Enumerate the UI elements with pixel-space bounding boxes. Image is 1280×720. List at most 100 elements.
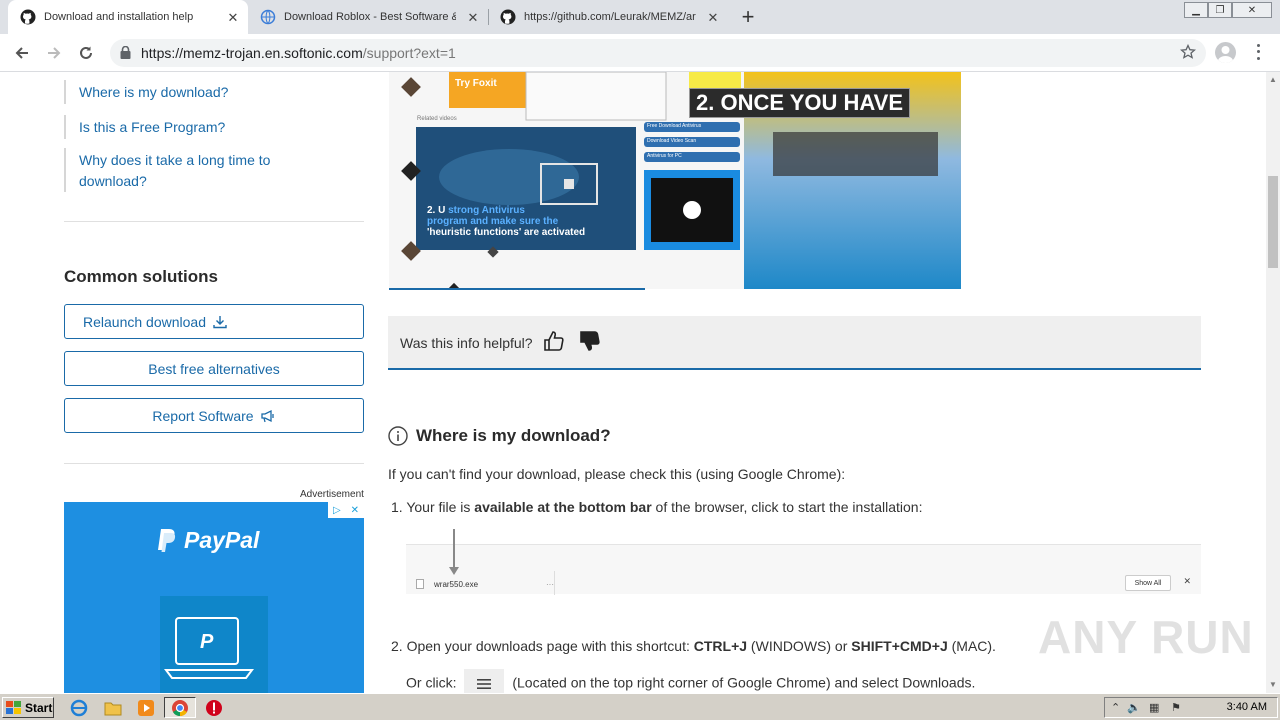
reload-icon — [80, 46, 92, 59]
close-icon[interactable]: ✕ — [466, 10, 480, 26]
github-icon — [20, 9, 36, 25]
globe-icon — [260, 9, 276, 25]
flag-icon[interactable]: ⚑ — [1171, 701, 1181, 714]
chrome-menu-button[interactable] — [1252, 42, 1264, 62]
faq-link-free-program[interactable]: Is this a Free Program? — [79, 117, 225, 138]
hamburger-menu-icon — [464, 669, 505, 693]
internet-explorer-icon[interactable] — [70, 699, 88, 717]
url-text: https://memz-trojan.en.softonic.com/supp… — [141, 45, 456, 61]
helpful-feedback-box: Was this info helpful? — [388, 316, 1201, 370]
image-progress-line — [389, 288, 645, 290]
paypal-logo: PayPal — [156, 527, 259, 554]
star-icon[interactable] — [1179, 43, 1197, 65]
faq-accent-bar — [64, 148, 66, 192]
divider — [64, 463, 364, 464]
arrow-right-icon — [48, 47, 61, 59]
section-heading: Where is my download? — [388, 426, 611, 446]
adchoices-icon[interactable]: ▷ ✕ — [328, 502, 364, 518]
tab-strip: Download and installation help ✕ Downloa… — [0, 0, 1280, 34]
tray-expand-icon[interactable]: ⌃ — [1111, 701, 1120, 714]
folder-icon[interactable] — [104, 699, 122, 717]
address-bar[interactable]: https://memz-trojan.en.softonic.com/supp… — [110, 39, 1206, 67]
relaunch-download-button[interactable]: Relaunch download — [64, 304, 364, 339]
start-button[interactable]: Start — [2, 697, 54, 718]
close-icon[interactable]: ✕ — [226, 10, 240, 26]
download-file-item: wrar550.exe ··· — [416, 575, 554, 593]
profile-avatar[interactable] — [1215, 42, 1236, 63]
page-viewport: Where is my download? Is this a Free Pro… — [0, 72, 1266, 693]
file-icon — [416, 579, 424, 589]
thumbs-down-icon[interactable] — [579, 330, 601, 357]
stop-icon[interactable] — [205, 699, 223, 717]
megaphone-icon — [260, 409, 274, 422]
paypal-ad[interactable]: ▷ ✕ PayPal P — [64, 502, 364, 693]
image-list-item: Antivirus for PC — [647, 153, 682, 159]
image-list-item: Download Video Scan — [647, 138, 697, 144]
clock: 3:40 AM — [1226, 701, 1267, 713]
tab-title: Download and installation help — [44, 11, 194, 23]
tab-title: https://github.com/Leurak/MEMZ/ar — [524, 11, 696, 23]
button-label: Report Software — [152, 407, 254, 424]
divider — [64, 221, 364, 222]
download-icon — [213, 315, 227, 328]
image-caption-small: 2. U strong Antivirus program and make s… — [427, 205, 586, 238]
image-caption-big: 2. ONCE YOU HAVE — [689, 88, 911, 118]
close-icon[interactable]: ✕ — [706, 10, 720, 26]
network-icon[interactable]: ▦ — [1149, 701, 1159, 714]
windows-logo-icon — [6, 700, 21, 714]
back-button[interactable] — [10, 41, 34, 65]
anyrun-watermark: ANY RUN — [1038, 611, 1254, 663]
browser-toolbar: https://memz-trojan.en.softonic.com/supp… — [0, 34, 1280, 72]
paypal-icon — [158, 528, 176, 552]
forward-button[interactable] — [42, 41, 66, 65]
restore-button[interactable]: ❐ — [1208, 2, 1232, 18]
faq-link-long-time[interactable]: Why does it take a long time to download? — [79, 150, 270, 192]
volume-icon[interactable]: 🔈 — [1127, 701, 1141, 714]
intro-paragraph: If you can't find your download, please … — [388, 466, 846, 482]
show-all-image-button: Show All — [1125, 575, 1171, 591]
laptop-illustration: P — [160, 596, 268, 693]
new-tab-button[interactable]: + — [737, 6, 759, 28]
info-icon — [388, 426, 408, 446]
chrome-icon — [172, 699, 188, 716]
scroll-up-icon[interactable]: ▲ — [1269, 75, 1277, 84]
system-tray: ⌃ 🔈 ▦ ⚑ 3:40 AM — [1104, 697, 1278, 718]
thumbs-up-icon[interactable] — [543, 330, 565, 357]
window-close-button[interactable]: ✕ — [1232, 2, 1272, 18]
button-label: Best free alternatives — [148, 360, 280, 377]
lock-icon — [120, 45, 131, 64]
faq-accent-bar — [64, 80, 66, 104]
image-promo-text: Try Foxit — [455, 78, 497, 89]
scrollbar-thumb[interactable] — [1268, 176, 1278, 268]
report-software-button[interactable]: Report Software — [64, 398, 364, 433]
button-label: Relaunch download — [83, 313, 206, 330]
reload-button[interactable] — [74, 41, 98, 65]
media-player-icon[interactable] — [137, 699, 155, 717]
github-icon — [500, 9, 516, 25]
arrow-left-icon — [15, 47, 28, 59]
step-2: 2. Open your downloads page with this sh… — [391, 638, 996, 654]
chrome-taskbar-button[interactable] — [164, 697, 196, 718]
arrow-icon — [453, 529, 455, 571]
avatar-icon — [1218, 46, 1233, 63]
chrome-download-bar-image: wrar550.exe ··· Show All ✕ — [406, 529, 1201, 595]
tab-download-help[interactable]: Download and installation help ✕ — [8, 0, 248, 34]
windows-taskbar: Start ⌃ 🔈 ▦ ⚑ 3:40 AM — [0, 693, 1280, 720]
faq-accent-bar — [64, 115, 66, 139]
faq-link-where-download[interactable]: Where is my download? — [79, 82, 228, 103]
helpful-question: Was this info helpful? — [400, 335, 533, 351]
page-scrollbar[interactable]: ▲ ▼ — [1266, 72, 1280, 693]
minimize-button[interactable]: ▁ — [1184, 2, 1208, 18]
close-icon: ✕ — [1183, 576, 1191, 586]
tab-github-memz[interactable]: https://github.com/Leurak/MEMZ/ar ✕ — [488, 0, 728, 34]
image-related-label: Related videos — [417, 116, 457, 122]
scroll-down-icon[interactable]: ▼ — [1269, 680, 1277, 689]
best-alternatives-button[interactable]: Best free alternatives — [64, 351, 364, 386]
section-title: Where is my download? — [416, 426, 611, 445]
tab-roblox[interactable]: Download Roblox - Best Software & ✕ — [248, 0, 488, 34]
step-2-or-click: Or click: (Located on the top right corn… — [406, 669, 975, 693]
step-1: 1. Your file is available at the bottom … — [391, 499, 923, 515]
image-list-item: Free Download Antivirus — [647, 123, 702, 129]
common-solutions-heading: Common solutions — [64, 267, 218, 286]
tutorial-image: Try Foxit Related videos Free Download A… — [389, 72, 961, 289]
